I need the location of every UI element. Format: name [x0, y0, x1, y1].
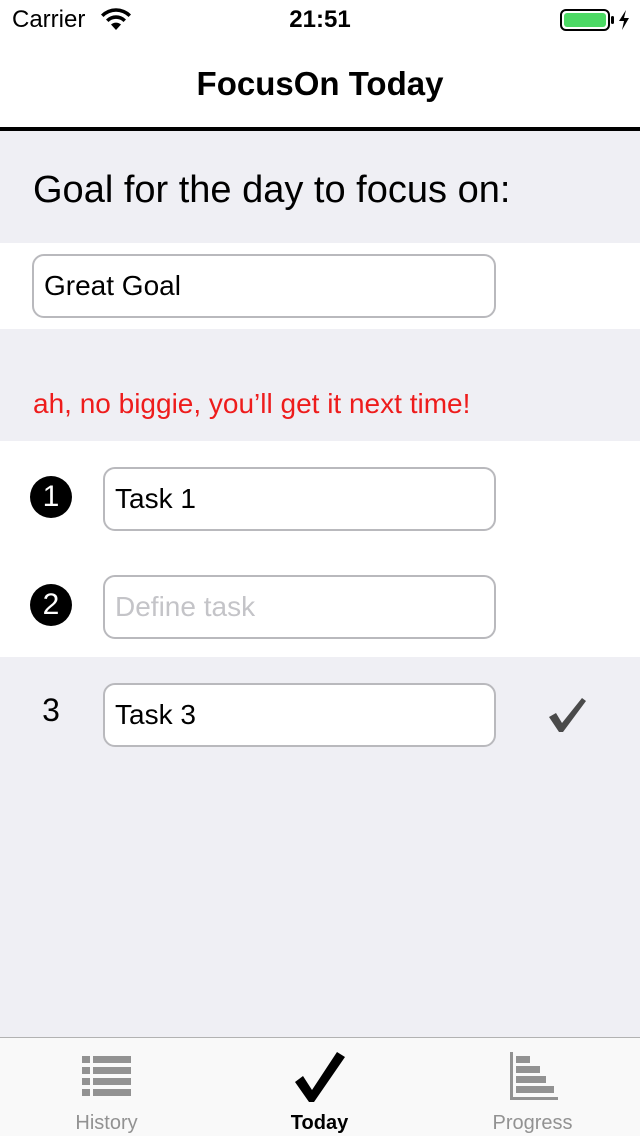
task-list: 1 2 [0, 441, 640, 657]
tab-today[interactable]: Today [213, 1038, 426, 1137]
bar-chart-icon [510, 1052, 558, 1100]
status-bar: Carrier 21:51 [0, 0, 640, 40]
tab-bar: History Today Progress [0, 1037, 640, 1136]
goal-input[interactable] [32, 254, 496, 318]
tab-label: History [75, 1112, 138, 1134]
checkmark-icon [295, 1052, 345, 1102]
feedback-message: ah, no biggie, you’ll get it next time! [33, 388, 471, 419]
goal-header: Goal for the day to focus on: [33, 169, 511, 211]
main-content: Goal for the day to focus on: ah, no big… [0, 131, 640, 1037]
task-number-label: 3 [42, 692, 60, 728]
bolt-icon [619, 10, 629, 30]
task-2-input[interactable] [103, 575, 496, 639]
status-time: 21:51 [289, 6, 351, 33]
navigation-bar: FocusOn Today [0, 40, 640, 128]
checkmark-icon[interactable] [546, 695, 588, 735]
task-row-1: 1 [0, 441, 640, 549]
task-1-input[interactable] [103, 467, 496, 531]
task-row-3: 3 [0, 657, 640, 765]
tab-label: Progress [492, 1112, 573, 1134]
tab-history[interactable]: History [0, 1038, 213, 1137]
goal-row [0, 243, 640, 329]
battery-icon [560, 9, 614, 31]
list-icon [82, 1056, 131, 1096]
task-3-input[interactable] [103, 683, 496, 747]
task-number-badge: 2 [30, 584, 72, 626]
tab-progress[interactable]: Progress [426, 1038, 639, 1137]
task-row-2: 2 [0, 549, 640, 657]
tab-label: Today [290, 1112, 349, 1134]
task-number-badge: 1 [30, 476, 72, 518]
page-title: FocusOn Today [196, 65, 444, 102]
